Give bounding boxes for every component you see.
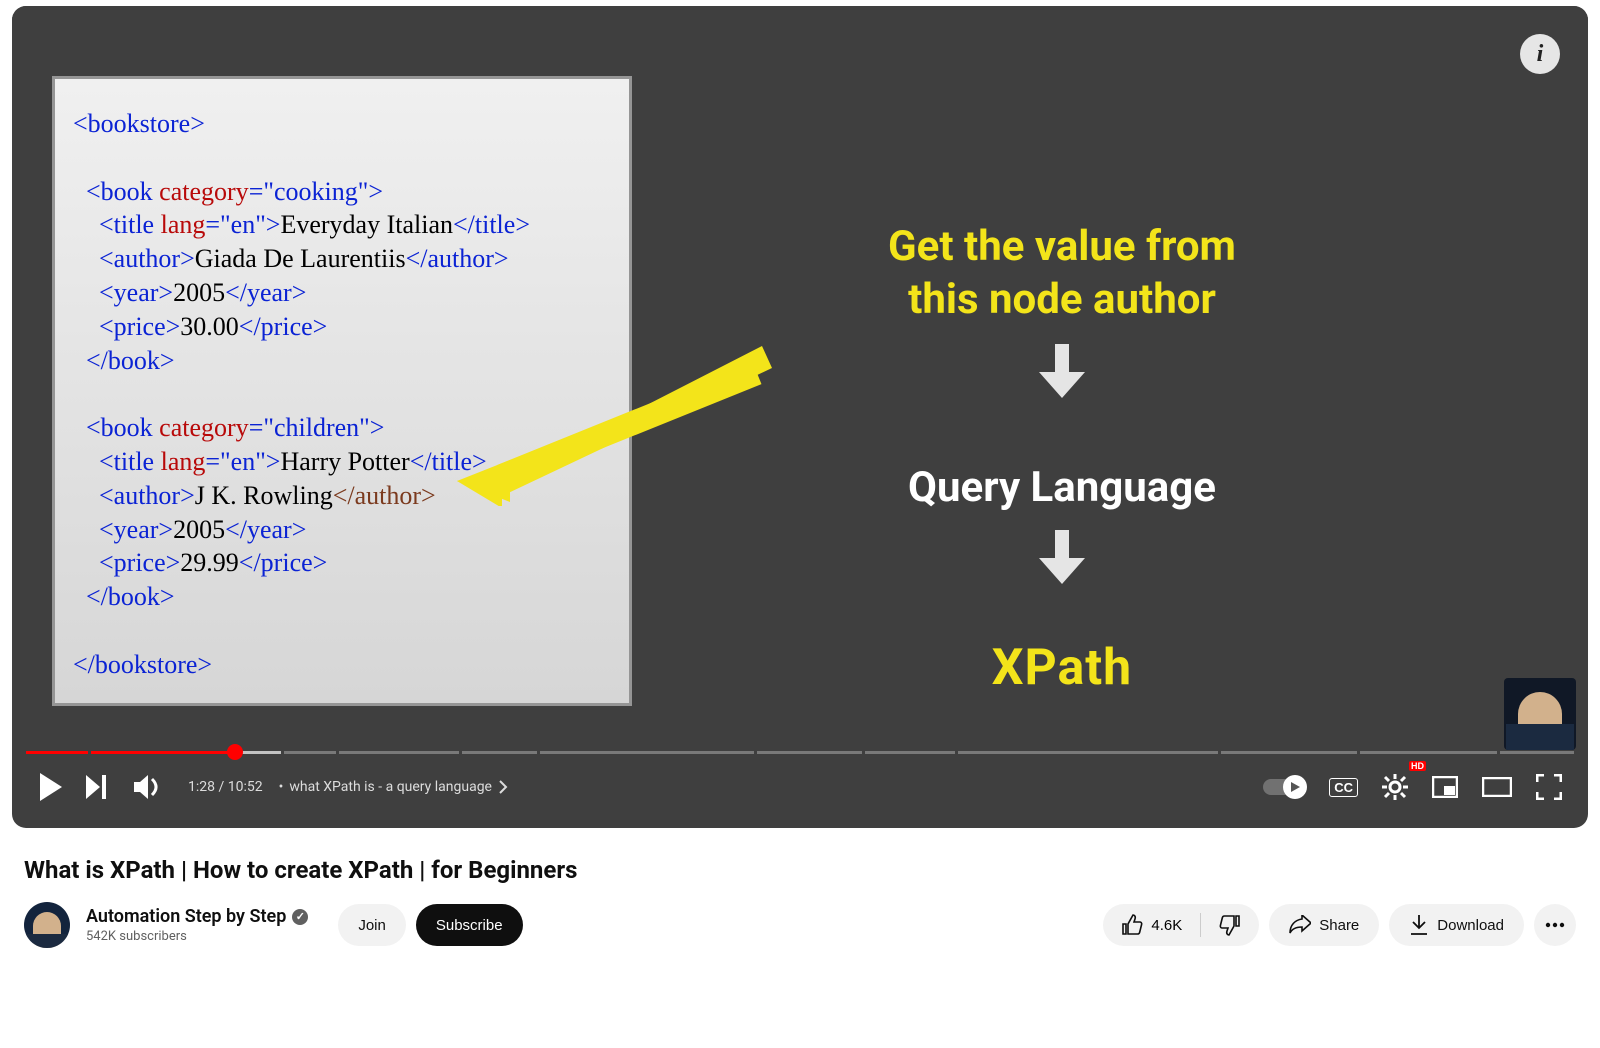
video-info-section: What is XPath | How to create XPath | fo… — [0, 828, 1600, 948]
channel-avatar[interactable] — [24, 902, 70, 948]
download-icon — [1409, 914, 1429, 936]
like-dislike-group: 4.6K — [1103, 904, 1259, 946]
cc-icon: CC — [1329, 778, 1358, 797]
autoplay-toggle[interactable] — [1263, 779, 1305, 795]
ellipsis-icon — [1545, 922, 1565, 928]
video-player: i <bookstore> <book category="cooking"> … — [12, 6, 1588, 828]
theater-icon — [1482, 777, 1512, 797]
subscribe-button[interactable]: Subscribe — [416, 904, 523, 946]
slide-annotation: Get the value from this node author Quer… — [752, 221, 1372, 697]
annotation-mid: Query Language — [752, 463, 1372, 512]
chevron-right-icon — [498, 780, 508, 794]
gear-icon — [1382, 774, 1408, 800]
captions-button[interactable]: CC — [1317, 763, 1370, 811]
player-controls: 1:28 / 10:52 • what XPath is - a query l… — [12, 756, 1588, 818]
next-icon — [86, 775, 110, 799]
video-area[interactable]: i <bookstore> <book category="cooking"> … — [12, 6, 1588, 748]
play-button[interactable] — [26, 763, 74, 811]
hd-badge: HD — [1409, 761, 1426, 771]
join-button[interactable]: Join — [338, 904, 406, 946]
presenter-webcam — [1504, 678, 1576, 750]
current-time: 1:28 — [188, 779, 215, 795]
play-small-icon — [1289, 781, 1301, 793]
share-button[interactable]: Share — [1269, 904, 1379, 946]
next-button[interactable] — [74, 763, 122, 811]
miniplayer-button[interactable] — [1420, 763, 1470, 811]
info-card-icon[interactable]: i — [1520, 34, 1560, 74]
progress-bar[interactable] — [26, 748, 1574, 756]
slide-code-panel: <bookstore> <book category="cooking"> <t… — [52, 76, 632, 706]
theater-button[interactable] — [1470, 763, 1524, 811]
verified-icon: ✓ — [292, 909, 308, 925]
time-display: 1:28 / 10:52 — [174, 779, 269, 795]
total-duration: 10:52 — [228, 779, 263, 795]
chapter-button[interactable]: • what XPath is - a query language — [269, 779, 510, 795]
thumbs-up-icon — [1121, 914, 1143, 936]
channel-name[interactable]: Automation Step by Step ✓ — [86, 906, 308, 927]
volume-icon — [134, 774, 162, 800]
fullscreen-icon — [1536, 774, 1562, 800]
miniplayer-icon — [1432, 776, 1458, 798]
download-button[interactable]: Download — [1389, 904, 1524, 946]
share-icon — [1289, 915, 1311, 935]
like-button[interactable]: 4.6K — [1103, 904, 1200, 946]
subscriber-count: 542K subscribers — [86, 929, 308, 944]
mute-button[interactable] — [122, 763, 174, 811]
more-actions-button[interactable] — [1534, 904, 1576, 946]
fullscreen-button[interactable] — [1524, 763, 1574, 811]
dislike-button[interactable] — [1201, 904, 1259, 946]
like-count: 4.6K — [1151, 917, 1182, 934]
video-title: What is XPath | How to create XPath | fo… — [24, 856, 1576, 884]
down-arrow-icon — [1037, 530, 1087, 584]
chapter-label: what XPath is - a query language — [289, 779, 492, 795]
annotation-text-1: Get the value from — [888, 222, 1236, 271]
settings-button[interactable]: HD — [1370, 763, 1420, 811]
annotation-text-2: this node author — [908, 275, 1216, 324]
annotation-end: XPath — [752, 639, 1372, 697]
channel-action-row: Automation Step by Step ✓ 542K subscribe… — [24, 902, 1576, 948]
thumbs-down-icon — [1219, 914, 1241, 936]
down-arrow-icon — [1037, 344, 1087, 398]
play-icon — [38, 773, 62, 801]
